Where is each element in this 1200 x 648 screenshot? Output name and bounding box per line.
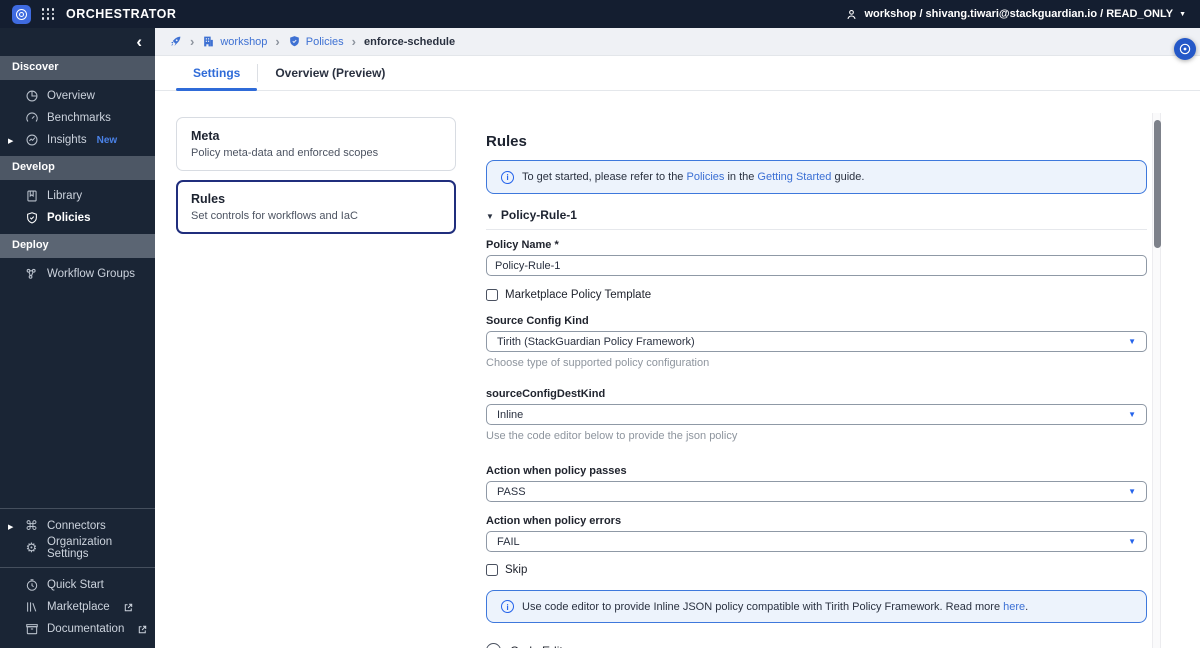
sidebar-item-marketplace[interactable]: Marketplace [0,596,155,618]
sidebar-item-insights[interactable]: Insights New [0,129,155,151]
help-fab-button[interactable] [1174,38,1196,60]
nav-card-meta[interactable]: Meta Policy meta-data and enforced scope… [176,117,456,171]
account-menu[interactable]: workshop / shivang.tiwari@stackguardian.… [845,8,1186,21]
sidebar-section-develop[interactable]: Develop [0,156,155,180]
info-icon [501,600,514,613]
tab-overview-preview[interactable]: Overview (Preview) [258,56,402,90]
clock-icon [1179,43,1191,55]
code-editor-alert: Use code editor to provide Inline JSON p… [486,590,1147,623]
shield-check-icon [24,211,39,226]
action-error-label: Action when policy errors [486,515,622,527]
sidebar: Discover Overview Benchmarks Insights [0,28,155,648]
chevron-right-icon [190,34,194,49]
shield-icon [288,35,301,48]
triangle-down-icon [486,208,494,222]
sidebar-item-overview[interactable]: Overview [0,85,155,107]
breadcrumb: workshop Policies enforce-schedule [155,28,1200,56]
source-config-kind-select[interactable]: Tirith (StackGuardian Policy Framework) [486,331,1147,352]
rocket-icon [169,35,182,48]
source-config-kind-label: Source Config Kind [486,315,589,327]
source-config-dest-kind-hint: Use the code editor below to provide the… [486,430,738,442]
gauge-icon [24,111,39,126]
book-icon [24,189,39,204]
skip-checkbox[interactable]: Skip [486,564,1147,576]
sidebar-item-documentation[interactable]: Documentation [0,618,155,640]
sidebar-item-library[interactable]: Library [0,185,155,207]
source-config-dest-kind-select[interactable]: Inline [486,404,1147,425]
sidebar-item-benchmarks[interactable]: Benchmarks [0,107,155,129]
app-title: ORCHESTRATOR [66,7,177,21]
radio-icon [486,643,501,648]
clock-icon [24,578,39,593]
getting-started-link[interactable]: Getting Started [757,171,831,183]
sidebar-item-quick-start[interactable]: Quick Start [0,574,155,596]
user-icon [845,8,858,21]
external-link-icon [137,624,148,635]
action-error-select[interactable]: FAIL [486,531,1147,552]
sidebar-item-workflow-groups[interactable]: Workflow Groups [0,263,155,285]
main-area: workshop Policies enforce-schedule Setti… [155,28,1200,648]
workflow-icon [24,267,39,282]
checkbox-icon [486,289,498,301]
sidebar-item-organization-settings[interactable]: Organization Settings [0,536,155,560]
policy-rule-collapse-header[interactable]: Policy-Rule-1 [486,208,1147,230]
form-heading: Rules [486,133,527,150]
chevron-down-icon [1179,8,1186,20]
policies-link[interactable]: Policies [686,171,724,183]
archive-box-icon [24,622,39,637]
action-pass-label: Action when policy passes [486,465,627,477]
settings-nav-cards: Meta Policy meta-data and enforced scope… [176,117,456,648]
bookshelf-icon [24,600,39,615]
gear-icon [24,541,39,556]
sidebar-item-policies[interactable]: Policies [0,207,155,229]
breadcrumb-home[interactable] [169,35,182,48]
pie-chart-icon [24,89,39,104]
expand-arrow-icon [8,520,13,532]
breadcrumb-policies[interactable]: Policies [288,35,344,48]
expand-arrow-icon [8,134,13,146]
external-link-icon [123,602,134,613]
top-bar: ORCHESTRATOR workshop / shivang.tiwari@s… [0,0,1200,28]
source-config-dest-kind-label: sourceConfigDestKind [486,388,606,400]
account-label: workshop / shivang.tiwari@stackguardian.… [864,8,1174,20]
chevron-right-icon [352,34,356,49]
checkbox-icon [486,564,498,576]
new-badge: New [96,134,118,146]
scrollbar-track[interactable] [1152,113,1161,648]
policy-name-label: Policy Name * [486,239,559,251]
sidebar-collapse-button[interactable] [136,32,142,52]
tab-settings[interactable]: Settings [176,56,258,91]
getting-started-alert: To get started, please refer to the Poli… [486,160,1147,194]
action-pass-select[interactable]: PASS [486,481,1147,502]
command-icon [24,519,39,534]
sidebar-section-discover[interactable]: Discover [0,56,155,80]
scrollbar-thumb[interactable] [1153,120,1161,248]
breadcrumb-current: enforce-schedule [364,35,456,48]
read-more-link[interactable]: here [1003,601,1025,613]
chevron-right-icon [275,34,279,49]
marketplace-policy-template-checkbox[interactable]: Marketplace Policy Template [486,289,1147,301]
trending-icon [24,133,39,148]
sidebar-item-connectors[interactable]: Connectors [0,515,155,537]
code-editor-radio[interactable]: Code Editor [486,643,1147,648]
building-icon [202,35,215,48]
breadcrumb-workspace[interactable]: workshop [202,35,267,48]
tab-bar: Settings Overview (Preview) [155,56,1200,91]
stackguardian-logo-icon[interactable] [12,4,31,24]
info-icon [501,170,514,184]
nav-card-rules[interactable]: Rules Set controls for workflows and IaC [176,180,456,234]
app-launcher-grid-icon[interactable] [42,8,55,20]
sidebar-section-deploy[interactable]: Deploy [0,234,155,258]
policy-name-input[interactable] [486,255,1147,276]
rules-form: Rules To get started, please refer to th… [486,117,1147,648]
source-config-kind-hint: Choose type of supported policy configur… [486,357,710,369]
